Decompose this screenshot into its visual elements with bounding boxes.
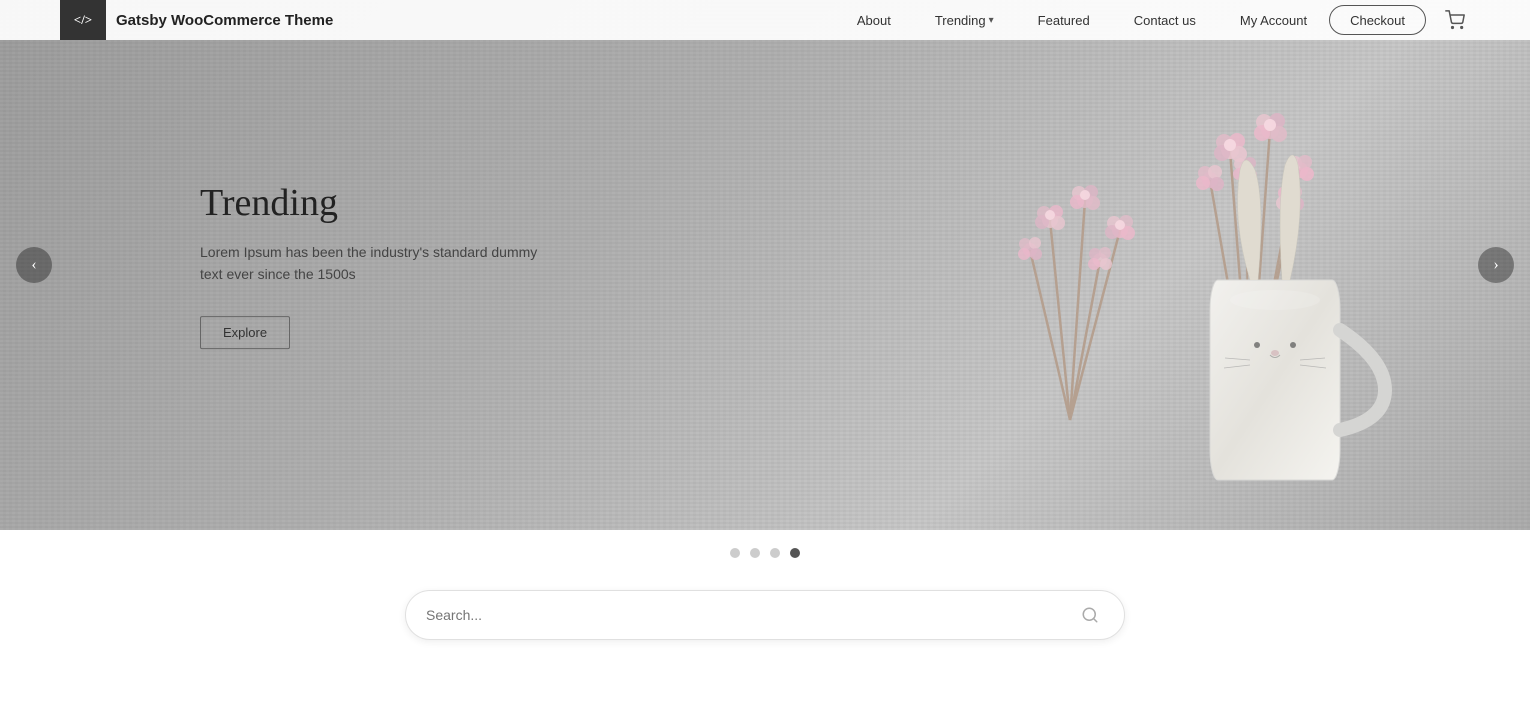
hero-description: Lorem Ipsum has been the industry's stan… — [200, 241, 560, 286]
site-header: </> Gatsby WooCommerce Theme About Trend… — [0, 0, 1530, 40]
slide-dot-3[interactable] — [770, 548, 780, 558]
logo-area[interactable]: </> Gatsby WooCommerce Theme — [60, 0, 333, 40]
hero-next-arrow[interactable]: › — [1478, 247, 1514, 283]
hero-prev-arrow[interactable]: ‹ — [16, 247, 52, 283]
explore-button[interactable]: Explore — [200, 316, 290, 349]
search-input[interactable] — [426, 607, 1076, 623]
nav-item-trending[interactable]: Trending ▾ — [913, 0, 1016, 40]
hero-content: Trending Lorem Ipsum has been the indust… — [200, 181, 560, 349]
slide-dot-2[interactable] — [750, 548, 760, 558]
slider-dots — [0, 530, 1530, 570]
logo-code-icon: </> — [74, 12, 92, 28]
nav-item-account[interactable]: My Account — [1218, 0, 1329, 40]
slide-dot-4[interactable] — [790, 548, 800, 558]
hero-title: Trending — [200, 181, 560, 225]
hero-illustration — [930, 0, 1530, 520]
nav-item-about[interactable]: About — [835, 0, 913, 40]
logo-title: Gatsby WooCommerce Theme — [116, 12, 333, 29]
nav-item-featured[interactable]: Featured — [1016, 0, 1112, 40]
search-bar — [405, 590, 1125, 640]
slide-dot-1[interactable] — [730, 548, 740, 558]
cart-icon[interactable] — [1440, 5, 1470, 35]
hero-section: Trending Lorem Ipsum has been the indust… — [0, 0, 1530, 530]
checkout-button[interactable]: Checkout — [1329, 5, 1426, 35]
search-section — [0, 570, 1530, 680]
logo-icon: </> — [60, 0, 106, 40]
main-nav: About Trending ▾ Featured Contact us My … — [835, 0, 1470, 40]
trending-dropdown-arrow: ▾ — [989, 15, 994, 26]
hero-image-area — [830, 0, 1530, 530]
nav-item-contact[interactable]: Contact us — [1112, 0, 1218, 40]
search-icon[interactable] — [1076, 601, 1104, 629]
